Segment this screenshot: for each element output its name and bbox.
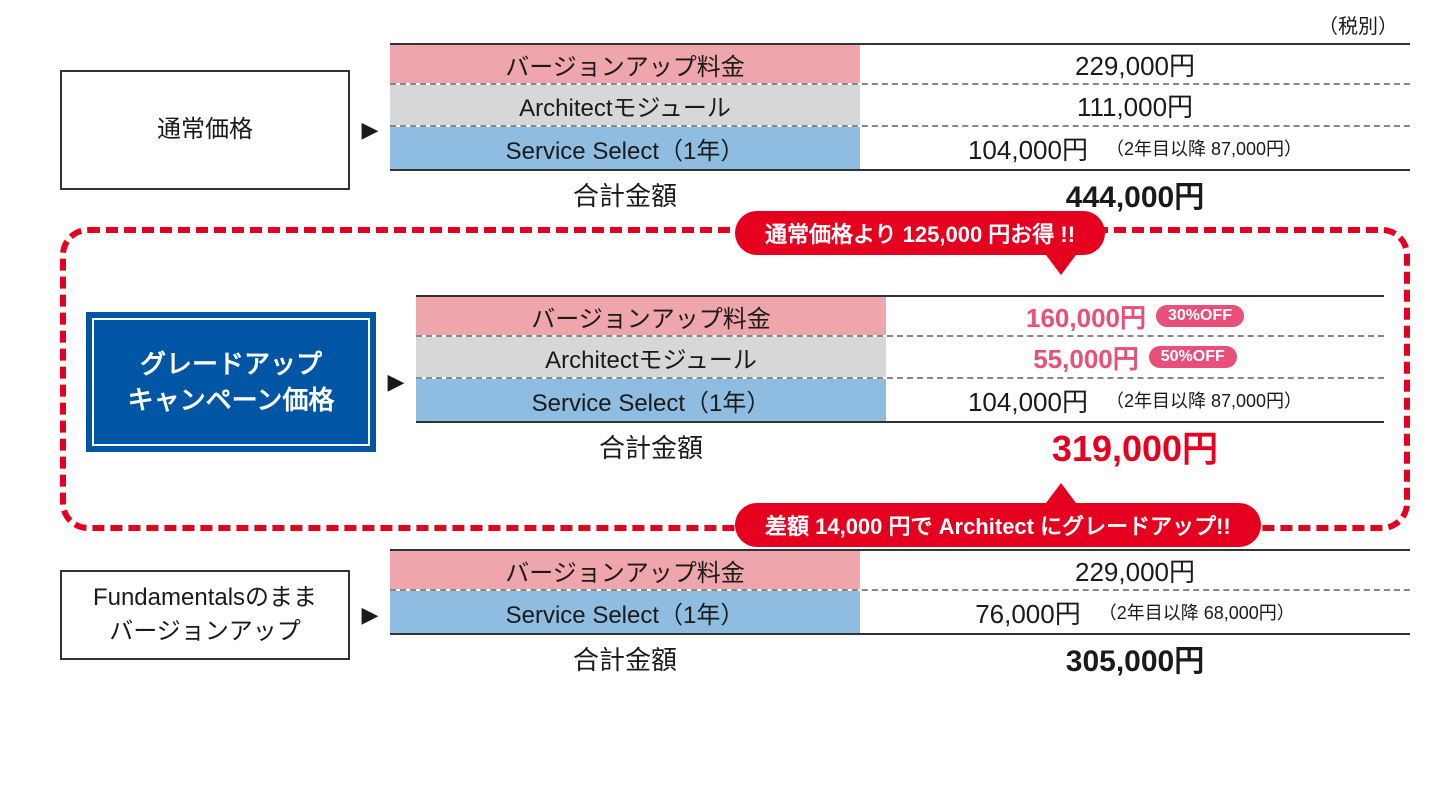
row-label: バージョンアップ料金 [390, 551, 860, 589]
total-row: 合計金額 444,000円 [390, 169, 1410, 217]
discount-badge: 50%OFF [1149, 346, 1237, 368]
label-line2: バージョンアップ [109, 615, 301, 649]
price-note: （2年目以降 87,000円） [1106, 387, 1302, 413]
section-campaign: グレードアップ キャンペーン価格 ▶ バージョンアップ料金 160,000円 3… [86, 295, 1384, 469]
row-value: 104,000円 （2年目以降 87,000円） [886, 379, 1384, 421]
label-fundamentals: Fundamentalsのまま バージョンアップ [60, 570, 350, 660]
total-label: 合計金額 [390, 635, 860, 681]
section-regular: 通常価格 ▶ バージョンアップ料金 229,000円 Architectモジュー… [60, 43, 1410, 217]
label-line2: キャンペーン価格 [128, 382, 335, 418]
table-row: Architectモジュール 55,000円 50%OFF [416, 337, 1384, 379]
price: 104,000円 [968, 382, 1088, 419]
row-label: バージョンアップ料金 [416, 297, 886, 335]
row-value: 160,000円 30%OFF [886, 297, 1384, 335]
row-value: 111,000円 [860, 85, 1410, 125]
diff-pill: 差額 14,000 円で Architect にグレードアップ!! [735, 503, 1261, 547]
row-value: 76,000円 （2年目以降 68,000円） [860, 591, 1410, 633]
row-value: 104,000円 （2年目以降 87,000円） [860, 127, 1410, 169]
arrow-icon: ▶ [350, 117, 390, 143]
table-regular: バージョンアップ料金 229,000円 Architectモジュール 111,0… [390, 43, 1410, 217]
row-label: バージョンアップ料金 [390, 45, 860, 83]
table-row: バージョンアップ料金 160,000円 30%OFF [416, 295, 1384, 337]
row-value: 229,000円 [860, 551, 1410, 589]
table-row: Service Select（1年） 76,000円 （2年目以降 68,000… [390, 591, 1410, 633]
row-label: Service Select（1年） [390, 591, 860, 633]
label-regular: 通常価格 [60, 70, 350, 190]
total-row: 合計金額 319,000円 [416, 421, 1384, 469]
price: 55,000円 [1033, 339, 1139, 376]
row-label: Architectモジュール [416, 337, 886, 377]
table-row: Service Select（1年） 104,000円 （2年目以降 87,00… [390, 127, 1410, 169]
price: 76,000円 [975, 594, 1081, 631]
label-line1: グレードアップ [140, 346, 322, 382]
row-value: 55,000円 50%OFF [886, 337, 1384, 377]
section-fundamentals: Fundamentalsのまま バージョンアップ ▶ バージョンアップ料金 22… [60, 549, 1410, 681]
arrow-icon: ▶ [376, 369, 416, 395]
row-value: 229,000円 [860, 45, 1410, 83]
row-label: Service Select（1年） [416, 379, 886, 421]
total-value: 319,000円 [886, 423, 1384, 469]
price-note: （2年目以降 68,000円） [1099, 599, 1295, 625]
row-label: Architectモジュール [390, 85, 860, 125]
table-fundamentals: バージョンアップ料金 229,000円 Service Select（1年） 7… [390, 549, 1410, 681]
total-value: 305,000円 [860, 635, 1410, 681]
total-label: 合計金額 [416, 423, 886, 469]
arrow-icon: ▶ [350, 602, 390, 628]
total-row: 合計金額 305,000円 [390, 633, 1410, 681]
row-label: Service Select（1年） [390, 127, 860, 169]
label-text: 通常価格 [157, 113, 253, 147]
table-campaign: バージョンアップ料金 160,000円 30%OFF Architectモジュー… [416, 295, 1384, 469]
price-note: （2年目以降 87,000円） [1106, 135, 1302, 161]
label-campaign: グレードアップ キャンペーン価格 [86, 312, 376, 452]
table-row: バージョンアップ料金 229,000円 [390, 43, 1410, 85]
table-row: Architectモジュール 111,000円 [390, 85, 1410, 127]
label-line1: Fundamentalsのまま [93, 581, 317, 615]
savings-pill: 通常価格より 125,000 円お得 !! [735, 211, 1105, 255]
triangle-down-icon [1043, 251, 1079, 275]
table-row: Service Select（1年） 104,000円 （2年目以降 87,00… [416, 379, 1384, 421]
table-row: バージョンアップ料金 229,000円 [390, 549, 1410, 591]
price: 160,000円 [1026, 298, 1146, 335]
tax-note: （税別） [60, 10, 1410, 39]
discount-badge: 30%OFF [1156, 305, 1244, 327]
price: 104,000円 [968, 130, 1088, 167]
campaign-frame: 通常価格より 125,000 円お得 !! グレードアップ キャンペーン価格 ▶… [60, 227, 1410, 531]
